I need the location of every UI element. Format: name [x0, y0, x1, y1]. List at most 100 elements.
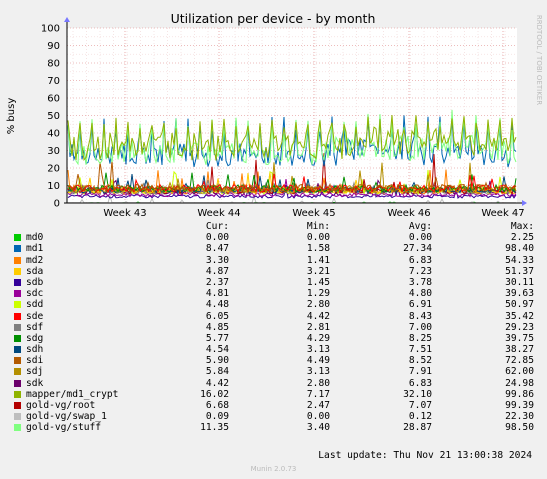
legend-cur: 5.84	[205, 366, 229, 378]
legend-swatch	[14, 267, 21, 275]
col-avg-header: Avg:	[408, 221, 432, 232]
legend-row: sdf 4.85 2.81 7.00 29.23	[0, 322, 547, 333]
legend-min: 3.21	[306, 265, 330, 277]
legend-label: md0	[26, 232, 44, 244]
legend-avg: 7.00	[408, 321, 432, 333]
legend-swatch	[14, 245, 21, 253]
legend-swatch	[14, 334, 21, 342]
legend-avg: 8.43	[408, 310, 432, 322]
legend-min: 1.45	[306, 276, 330, 288]
legend-cur: 4.54	[205, 344, 229, 356]
legend-max: 24.98	[505, 377, 534, 389]
col-cur-header: Cur:	[205, 221, 229, 232]
legend-avg: 6.91	[408, 299, 432, 311]
legend-avg: 27.34	[403, 243, 432, 255]
legend-avg: 0.00	[408, 232, 432, 244]
legend-min: 7.17	[306, 388, 330, 400]
legend-avg: 7.07	[408, 400, 432, 411]
legend-max: 30.11	[505, 276, 534, 288]
x-tick-label: Week 46	[387, 208, 430, 219]
legend-cur: 0.00	[205, 232, 229, 244]
legend-row: mapper/md1_crypt 16.02 7.17 32.10 99.86	[0, 389, 547, 400]
y-tick-label: 10	[47, 181, 60, 192]
legend-row: sdc 4.81 1.29 4.80 39.63	[0, 288, 547, 299]
legend-row: sdh 4.54 3.13 7.51 38.27	[0, 344, 547, 355]
rrdtool-watermark: RRDTOOL / TOBI OETIKER	[535, 15, 543, 105]
legend-cur: 6.05	[205, 310, 229, 322]
legend-avg: 7.91	[408, 366, 432, 378]
legend-row: sdk 4.42 2.80 6.83 24.98	[0, 378, 547, 389]
legend-min: 4.29	[306, 332, 330, 344]
x-tick-label: Week 45	[292, 208, 335, 219]
legend-row: gold-vg/root 6.68 2.47 7.07 99.39	[0, 400, 547, 411]
legend-cur: 11.35	[200, 422, 229, 434]
legend-swatch	[14, 301, 21, 309]
legend-min: 4.42	[306, 310, 330, 322]
legend-max: 38.27	[505, 344, 534, 356]
munin-version: Munin 2.0.73	[250, 465, 297, 473]
legend-min: 2.80	[306, 299, 330, 311]
legend-swatch	[14, 357, 21, 365]
legend-max: 98.50	[505, 422, 534, 434]
legend-min: 3.40	[306, 422, 330, 434]
legend-row: sdb 2.37 1.45 3.78 30.11	[0, 277, 547, 288]
legend-min: 0.00	[306, 232, 330, 244]
legend-max: 99.86	[505, 388, 534, 400]
legend-min: 3.13	[306, 344, 330, 356]
y-tick-label: 50	[47, 111, 60, 122]
legend-cur: 4.87	[205, 265, 229, 277]
legend-row: md2 3.30 1.41 6.83 54.33	[0, 255, 547, 266]
legend-label: sdh	[26, 344, 44, 356]
legend-swatch	[14, 402, 21, 409]
legend-cur: 0.09	[205, 411, 229, 423]
legend-label: sdj	[26, 366, 44, 378]
legend-min: 2.80	[306, 377, 330, 389]
legend-swatch	[14, 413, 21, 421]
legend-max: 29.23	[505, 321, 534, 333]
legend-cur: 5.77	[205, 332, 229, 344]
legend-label: gold-vg/swap_1	[26, 411, 107, 423]
legend-header: Cur: Min: Avg: Max:	[0, 221, 547, 232]
legend-max: 99.39	[505, 400, 534, 411]
y-axis-ticks: 0 10 20 30 40 50 60 70 80 90 100	[41, 24, 60, 210]
legend-label: sdc	[26, 288, 44, 300]
x-tick-label: Week 43	[103, 208, 146, 219]
legend-row: sdj 5.84 3.13 7.91 62.00	[0, 366, 547, 377]
legend-avg: 7.51	[408, 344, 432, 356]
y-tick-label: 100	[41, 24, 60, 35]
legend-max: 2.25	[510, 232, 534, 244]
legend-label: mapper/md1_crypt	[26, 388, 119, 400]
legend-min: 0.00	[306, 411, 330, 423]
legend-label: sda	[26, 265, 44, 277]
legend-min: 1.29	[306, 288, 330, 300]
legend-avg: 8.25	[408, 332, 432, 344]
legend-label: sdi	[26, 355, 44, 367]
legend-swatch	[14, 379, 21, 387]
legend-avg: 4.80	[408, 288, 432, 300]
legend-swatch	[14, 323, 21, 331]
y-tick-label: 60	[47, 94, 60, 105]
x-axis-ticks: Week 43 Week 44 Week 45 Week 46 Week 47	[103, 208, 524, 219]
legend-cur: 4.42	[205, 377, 229, 389]
chart-title: Utilization per device - by month	[171, 11, 376, 26]
legend-row: sdd 4.48 2.80 6.91 50.97	[0, 299, 547, 310]
legend-swatch	[14, 424, 21, 432]
legend-cur: 2.37	[205, 276, 229, 288]
legend-avg: 32.10	[403, 388, 432, 400]
legend-cur: 6.68	[205, 400, 229, 411]
legend-label: sdg	[26, 332, 44, 344]
legend-cur: 3.30	[205, 254, 229, 266]
legend-avg: 8.52	[408, 355, 432, 367]
y-axis-arrow	[64, 17, 70, 22]
legend-cur: 8.47	[205, 243, 229, 255]
legend-cur: 5.90	[205, 355, 229, 367]
legend-min: 2.81	[306, 321, 330, 333]
legend-label: md1	[26, 243, 44, 255]
y-tick-label: 40	[47, 129, 60, 140]
legend-swatch	[14, 290, 21, 298]
legend-cur: 4.48	[205, 299, 229, 311]
y-tick-label: 20	[47, 164, 60, 175]
legend-row: sdg 5.77 4.29 8.25 39.75	[0, 333, 547, 344]
legend-cur: 16.02	[200, 388, 229, 400]
legend-swatch	[14, 234, 21, 242]
